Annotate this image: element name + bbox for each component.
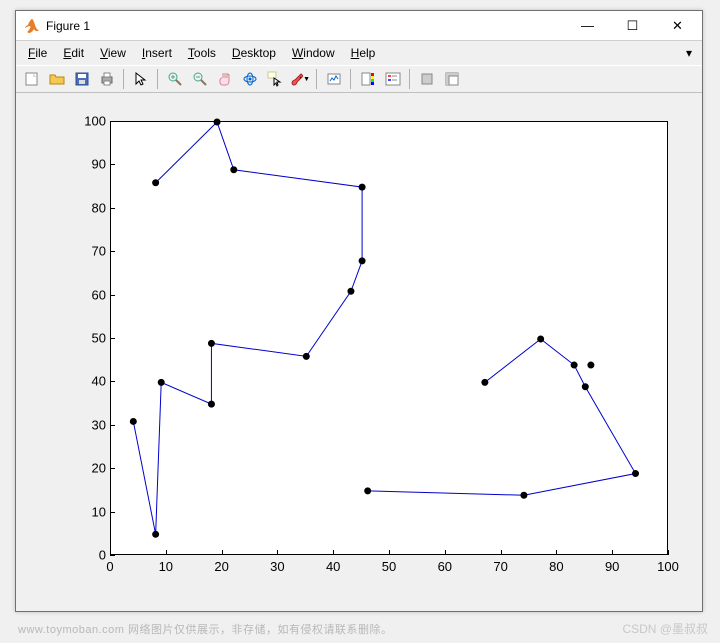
dock-icon[interactable]: ▾ bbox=[682, 44, 696, 62]
x-tick-label: 90 bbox=[605, 559, 619, 574]
y-tick-label: 60 bbox=[76, 287, 106, 302]
edit-plot-button[interactable] bbox=[129, 68, 152, 90]
data-cursor-button[interactable] bbox=[263, 68, 286, 90]
x-tick-label: 80 bbox=[549, 559, 563, 574]
y-tick-label: 40 bbox=[76, 374, 106, 389]
x-tick-label: 30 bbox=[270, 559, 284, 574]
window-title: Figure 1 bbox=[46, 19, 565, 33]
new-figure-button[interactable] bbox=[20, 68, 43, 90]
watermark-text: www.toymoban.com 网络图片仅供展示，非存储，如有侵权请联系删除。 bbox=[18, 621, 392, 637]
plot-svg bbox=[111, 122, 667, 554]
y-tick-label: 50 bbox=[76, 331, 106, 346]
y-tick-label: 0 bbox=[76, 548, 106, 563]
menu-desktop[interactable]: Desktop bbox=[226, 44, 282, 62]
x-tick-label: 10 bbox=[159, 559, 173, 574]
axes[interactable] bbox=[110, 121, 668, 555]
toolbar-separator bbox=[350, 69, 351, 89]
y-tick-label: 100 bbox=[76, 114, 106, 129]
csdn-credit: CSDN @墨叔叔 bbox=[622, 620, 708, 637]
menubar: File Edit View Insert Tools Desktop Wind… bbox=[16, 41, 702, 65]
y-tick-label: 10 bbox=[76, 504, 106, 519]
rotate-button[interactable] bbox=[238, 68, 261, 90]
x-tick-label: 50 bbox=[382, 559, 396, 574]
toolbar-separator bbox=[409, 69, 410, 89]
menu-tools[interactable]: Tools bbox=[182, 44, 222, 62]
toolbar: ▼ bbox=[16, 65, 702, 93]
save-button[interactable] bbox=[70, 68, 93, 90]
open-button[interactable] bbox=[45, 68, 68, 90]
link-button[interactable] bbox=[322, 68, 345, 90]
menu-view[interactable]: View bbox=[94, 44, 132, 62]
plot-area: 0 10 20 30 40 50 60 70 80 90 100 0 10 20 30 40 50 60 70 80… bbox=[20, 97, 698, 607]
hide-tools-button[interactable] bbox=[415, 68, 438, 90]
y-tick-label: 30 bbox=[76, 417, 106, 432]
zoom-out-button[interactable] bbox=[188, 68, 211, 90]
colorbar-button[interactable] bbox=[356, 68, 379, 90]
close-button[interactable]: ✕ bbox=[655, 11, 700, 40]
x-tick-label: 0 bbox=[106, 559, 113, 574]
menu-insert[interactable]: Insert bbox=[136, 44, 178, 62]
figure-window: Figure 1 — ☐ ✕ File Edit View Insert Too… bbox=[15, 10, 703, 612]
pan-button[interactable] bbox=[213, 68, 236, 90]
show-tools-button[interactable] bbox=[440, 68, 463, 90]
toolbar-separator bbox=[123, 69, 124, 89]
toolbar-separator bbox=[157, 69, 158, 89]
x-tick-label: 100 bbox=[657, 559, 679, 574]
x-tick-label: 60 bbox=[438, 559, 452, 574]
menu-edit[interactable]: Edit bbox=[57, 44, 90, 62]
menu-file[interactable]: File bbox=[22, 44, 53, 62]
zoom-in-button[interactable] bbox=[163, 68, 186, 90]
y-tick-label: 20 bbox=[76, 461, 106, 476]
minimize-button[interactable]: — bbox=[565, 11, 610, 40]
y-tick-label: 80 bbox=[76, 200, 106, 215]
titlebar[interactable]: Figure 1 — ☐ ✕ bbox=[16, 11, 702, 41]
toolbar-separator bbox=[316, 69, 317, 89]
maximize-button[interactable]: ☐ bbox=[610, 11, 655, 40]
menu-help[interactable]: Help bbox=[345, 44, 382, 62]
menu-window[interactable]: Window bbox=[286, 44, 341, 62]
x-tick-label: 20 bbox=[214, 559, 228, 574]
x-tick-label: 40 bbox=[326, 559, 340, 574]
y-tick-label: 70 bbox=[76, 244, 106, 259]
y-tick-label: 90 bbox=[76, 157, 106, 172]
legend-button[interactable] bbox=[381, 68, 404, 90]
matlab-icon bbox=[24, 18, 40, 34]
print-button[interactable] bbox=[95, 68, 118, 90]
brush-button[interactable]: ▼ bbox=[288, 68, 311, 90]
x-tick-label: 70 bbox=[493, 559, 507, 574]
